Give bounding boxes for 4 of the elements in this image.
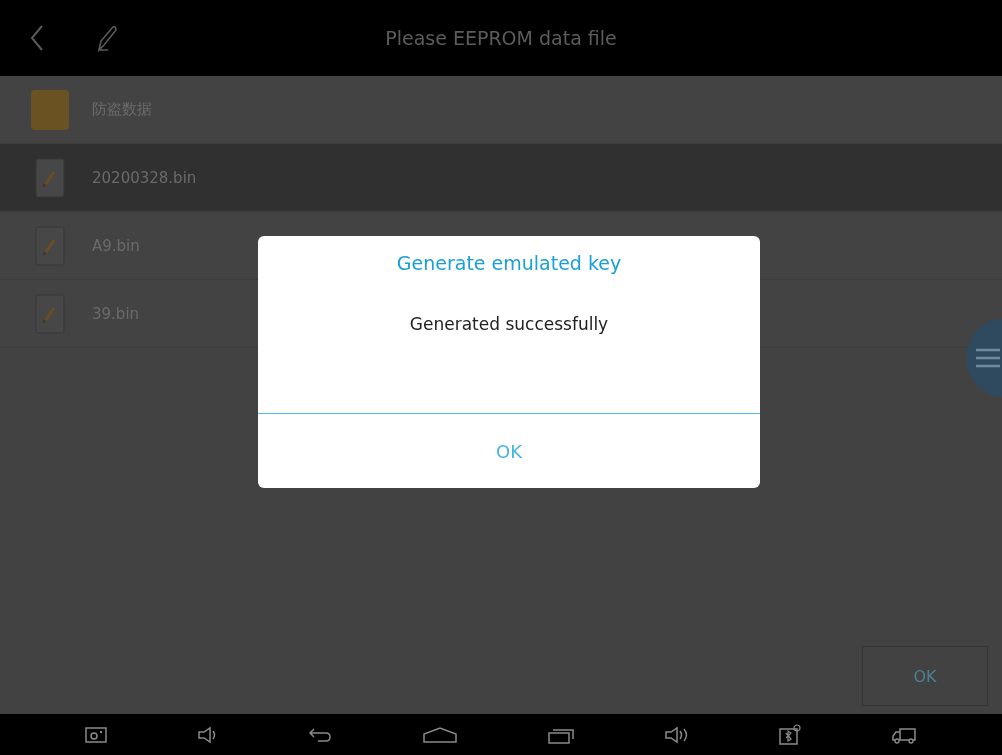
- file-name: 20200328.bin: [92, 168, 197, 187]
- screen-title: Please EEPROM data file: [385, 27, 617, 49]
- dialog-message: Generated successfully: [409, 314, 609, 334]
- dialog-title: Generate emulated key: [396, 252, 622, 274]
